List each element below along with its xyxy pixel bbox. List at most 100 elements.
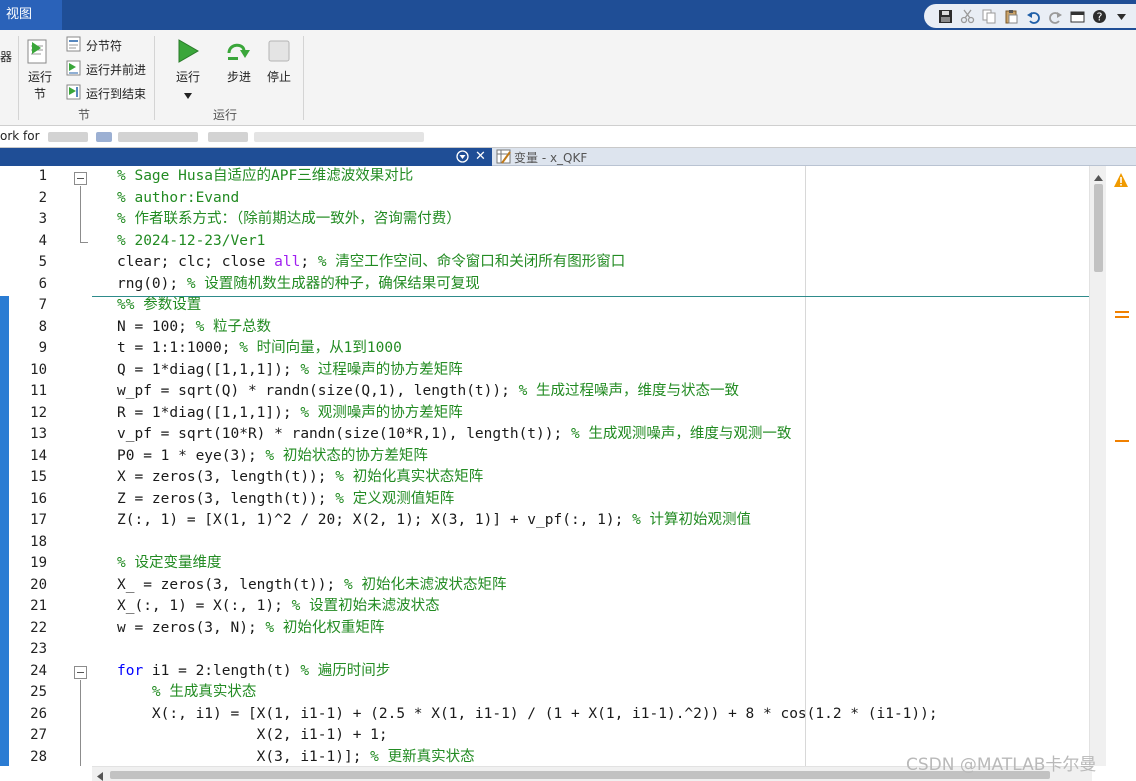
line-number: 12 [30, 404, 47, 421]
code-line[interactable]: % author:Evand [117, 188, 1092, 210]
code-line[interactable]: %% 参数设置 [117, 295, 1092, 317]
line-number: 11 [30, 383, 47, 399]
tab-view[interactable]: 视图 [0, 0, 62, 30]
run-to-end-button[interactable]: 运行到结束 [86, 85, 146, 102]
code-line[interactable]: R = 1*diag([1,1,1]); % 观测噪声的协方差矩阵 [117, 403, 1092, 425]
code-comment: % 粒子总数 [195, 318, 272, 335]
group-label-run: 运行 [213, 108, 238, 122]
section-break-icon[interactable] [66, 36, 82, 55]
code-line[interactable]: P0 = 1 * eye(3); % 初始状态的协方差矩阵 [117, 446, 1092, 468]
code-line[interactable]: X(2, i1-1) + 1; [117, 725, 1092, 747]
warning-marker[interactable] [1115, 311, 1129, 313]
warning-marker[interactable] [1115, 440, 1129, 442]
vertical-scrollbar[interactable] [1089, 166, 1106, 766]
run-icon[interactable] [177, 39, 199, 66]
scroll-up-icon[interactable] [1094, 170, 1103, 184]
fold-toggle-icon[interactable] [74, 666, 87, 679]
code-line[interactable]: N = 100; % 粒子总数 [117, 317, 1092, 339]
code-comment: % 作者联系方式： [117, 211, 236, 227]
line-number: 3 [38, 211, 47, 227]
code-line[interactable]: Z = zeros(3, length(t)); % 定义观测值矩阵 [117, 489, 1092, 511]
code-text: w_pf = sqrt(Q) * randn(size(Q,1), length… [117, 383, 519, 399]
code-line[interactable]: % 生成真实状态 [117, 682, 1092, 704]
scroll-left-icon[interactable] [97, 770, 103, 781]
run-to-end-icon[interactable] [66, 84, 82, 103]
redo-icon[interactable] [1046, 7, 1064, 25]
editor-title-strip: ✕ 变量 - x_QKF [0, 148, 1136, 166]
code-line[interactable]: rng(0); % 设置随机数生成器的种子，确保结果可复现 [117, 274, 1092, 296]
code-line[interactable]: clear; clc; close all; % 清空工作空间、命令窗口和关闭所… [117, 252, 1092, 274]
save-icon[interactable] [936, 7, 954, 25]
warning-icon[interactable] [1113, 172, 1129, 191]
code-line[interactable]: Q = 1*diag([1,1,1]); % 过程噪声的协方差矩阵 [117, 360, 1092, 382]
code-line[interactable]: w_pf = sqrt(Q) * randn(size(Q,1), length… [117, 381, 1092, 403]
code-line[interactable]: % 设定变量维度 [117, 553, 1092, 575]
run-and-advance-icon[interactable] [66, 60, 82, 79]
run-section-label-1[interactable]: 运行 [28, 68, 52, 85]
cut-off-label: 器 [0, 50, 13, 64]
line-number: 1 [38, 168, 47, 184]
current-folder-bar[interactable]: ork for [0, 126, 1136, 148]
line-number: 2 [38, 189, 47, 206]
dropdown-icon[interactable] [1112, 7, 1130, 25]
code-comment: % 计算初始观测值 [632, 512, 752, 528]
line-number: 20 [30, 576, 47, 593]
fold-toggle-icon[interactable] [74, 172, 87, 185]
step-icon[interactable] [226, 39, 252, 66]
code-comment: % 设置随机数生成器的种子，确保结果可复现 [186, 275, 480, 292]
step-button[interactable]: 步进 [227, 68, 251, 85]
tab-menu-icon[interactable] [456, 150, 469, 166]
paste-icon[interactable] [1002, 7, 1020, 25]
copy-icon[interactable] [980, 7, 998, 25]
variable-tab[interactable]: 变量 - x_QKF [492, 148, 1136, 166]
code-comment: % 2024-12-23/Ver1 [117, 232, 266, 249]
code-lines[interactable]: % Sage Husa自适应的APF三维滤波效果对比 % author:Evand… [117, 166, 1092, 768]
run-section-label-2[interactable]: 节 [34, 85, 46, 102]
code-analyzer-bar [1106, 166, 1136, 781]
code-comment: % 更新真实状态 [370, 748, 475, 765]
code-comment: % author:Evand [117, 189, 240, 206]
section-break-button[interactable]: 分节符 [86, 37, 122, 54]
ribbon-separator [303, 36, 304, 120]
quick-access-toolbar: ? [924, 4, 1136, 28]
close-icon[interactable]: ✕ [475, 149, 486, 164]
code-line[interactable]: Z(:, 1) = [X(1, 1)^2 / 20; X(2, 1); X(3,… [117, 510, 1092, 532]
code-text: Q = 1*diag([1,1,1]); [117, 361, 301, 378]
switch-windows-icon[interactable] [1068, 7, 1086, 25]
code-text: w = zeros(3, N); [117, 619, 266, 636]
code-line[interactable]: for i1 = 2:length(t) % 遍历时间步 [117, 661, 1092, 683]
code-line[interactable]: X_ = zeros(3, length(t)); % 初始化未滤波状态矩阵 [117, 575, 1092, 597]
cut-icon[interactable] [958, 7, 976, 25]
code-line[interactable]: X_(:, 1) = X(:, 1); % 设置初始未滤波状态 [117, 596, 1092, 618]
run-dropdown-icon[interactable] [184, 88, 192, 102]
run-button[interactable]: 运行 [176, 68, 200, 85]
line-number: 18 [30, 533, 47, 550]
code-text: X(3, i1-1)]; [117, 748, 371, 765]
stop-icon [268, 40, 290, 65]
undo-icon[interactable] [1024, 7, 1042, 25]
code-line[interactable]: v_pf = sqrt(10*R) * randn(size(10*R,1), … [117, 424, 1092, 446]
code-comment: % 生成观测噪声，维度与观测一致 [570, 426, 792, 442]
variable-tab-label: 变量 - x_QKF [514, 151, 588, 165]
run-section-icon[interactable] [27, 39, 49, 68]
help-icon[interactable]: ? [1090, 7, 1108, 25]
code-editor[interactable]: 1 2 3 4 5 6 7 8 9 10 11 12 13 14 15 16 17 18 19 20 21 22 23 24 2… [0, 166, 1136, 781]
warning-marker[interactable] [1115, 316, 1129, 318]
code-line[interactable] [117, 639, 1092, 661]
code-line[interactable]: % Sage Husa自适应的APF三维滤波效果对比 [117, 166, 1092, 188]
code-comment: % 设定变量维度 [117, 555, 222, 571]
vertical-scroll-thumb[interactable] [1094, 184, 1103, 272]
code-comment: % 遍历时间步 [300, 662, 391, 679]
line-number: 10 [30, 361, 47, 378]
code-line[interactable]: X(:, i1) = [X(1, i1-1) + (2.5 * X(1, i1-… [117, 704, 1092, 726]
line-number: 26 [30, 705, 47, 722]
code-line[interactable]: w = zeros(3, N); % 初始化权重矩阵 [117, 618, 1092, 640]
code-line[interactable]: % 2024-12-23/Ver1 [117, 231, 1092, 253]
ribbon-separator [18, 36, 19, 120]
code-line[interactable]: X = zeros(3, length(t)); % 初始化真实状态矩阵 [117, 467, 1092, 489]
code-text: R = 1*diag([1,1,1]); [117, 404, 301, 421]
run-and-advance-button[interactable]: 运行并前进 [86, 61, 146, 78]
code-line[interactable]: % 作者联系方式：（除前期达成一致外，咨询需付费） [117, 209, 1092, 231]
code-line[interactable] [117, 532, 1092, 554]
code-line[interactable]: t = 1:1:1000; % 时间向量，从1到1000 [117, 338, 1092, 360]
